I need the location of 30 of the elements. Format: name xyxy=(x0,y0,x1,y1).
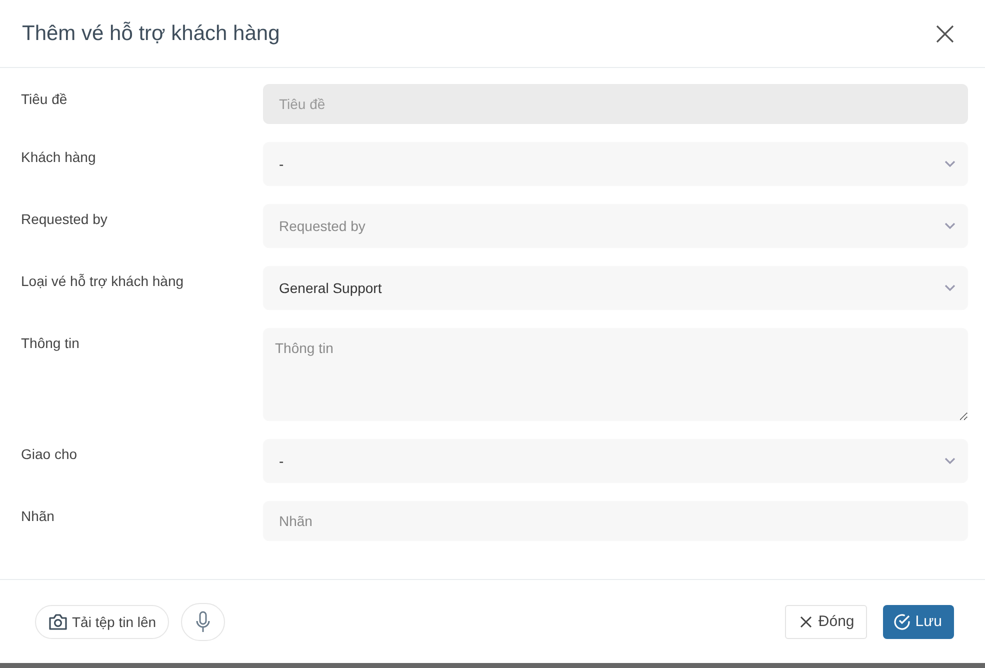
select-field[interactable]: - xyxy=(263,439,968,483)
save-button[interactable]: Lưu xyxy=(883,604,954,638)
chevron-down-icon xyxy=(944,160,956,168)
field-label: Requested by xyxy=(21,210,108,229)
field-label: Khách hàng xyxy=(21,148,97,167)
chevron-down-icon xyxy=(944,457,956,465)
field-label: Tiêu đề xyxy=(21,90,68,109)
field-label: Loại vé hỗ trợ khách hàng xyxy=(21,272,185,291)
microphone-icon xyxy=(196,610,210,632)
chevron-down-icon xyxy=(944,222,956,230)
close-icon xyxy=(936,24,954,42)
camera-icon xyxy=(48,612,68,630)
microphone-button[interactable] xyxy=(181,602,226,640)
field-label: Giao cho xyxy=(21,445,78,464)
select-value: - xyxy=(279,453,284,469)
select-value: General Support xyxy=(279,280,382,296)
close-icon xyxy=(800,616,812,628)
check-circle-icon xyxy=(893,612,912,630)
dialog-title: Thêm vé hỗ trợ khách hàng xyxy=(22,22,280,46)
select-placeholder: Requested by xyxy=(279,218,366,234)
upload-button[interactable]: Tải tệp tin lên xyxy=(35,604,170,638)
field-label: Nhãn xyxy=(21,507,56,526)
select-value: - xyxy=(279,156,284,172)
select-field[interactable]: - xyxy=(263,142,968,186)
close-dialog-button[interactable]: Đóng xyxy=(785,604,868,638)
text-field[interactable]: Nhãn xyxy=(263,501,968,541)
chevron-down-icon xyxy=(944,284,956,292)
text-area[interactable]: Thông tin xyxy=(263,328,968,421)
field-label: Thông tin xyxy=(21,334,80,353)
select-field[interactable]: General Support xyxy=(263,266,968,310)
